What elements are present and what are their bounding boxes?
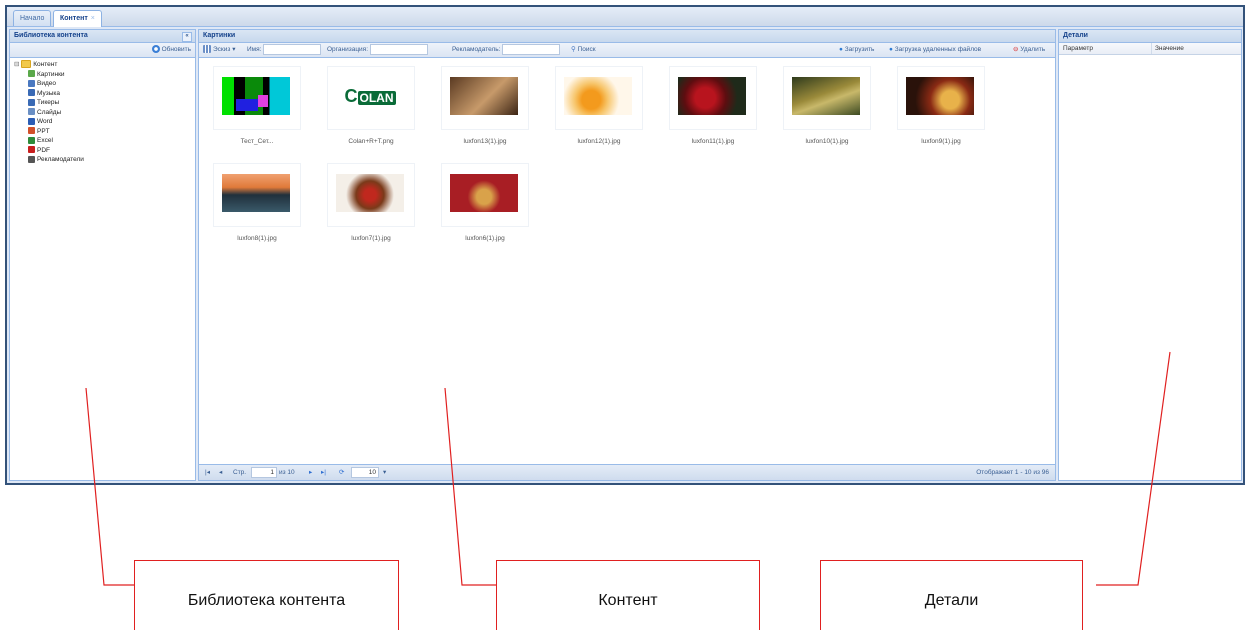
callout-line-details (1096, 351, 1171, 586)
callout-line-content (444, 387, 496, 586)
callout-details: Детали (820, 560, 1083, 630)
callout-library: Библиотека контента (134, 560, 399, 630)
callout-content: Контент (496, 560, 760, 630)
callout-line-library (85, 387, 134, 586)
callout-lines (85, 351, 1171, 586)
